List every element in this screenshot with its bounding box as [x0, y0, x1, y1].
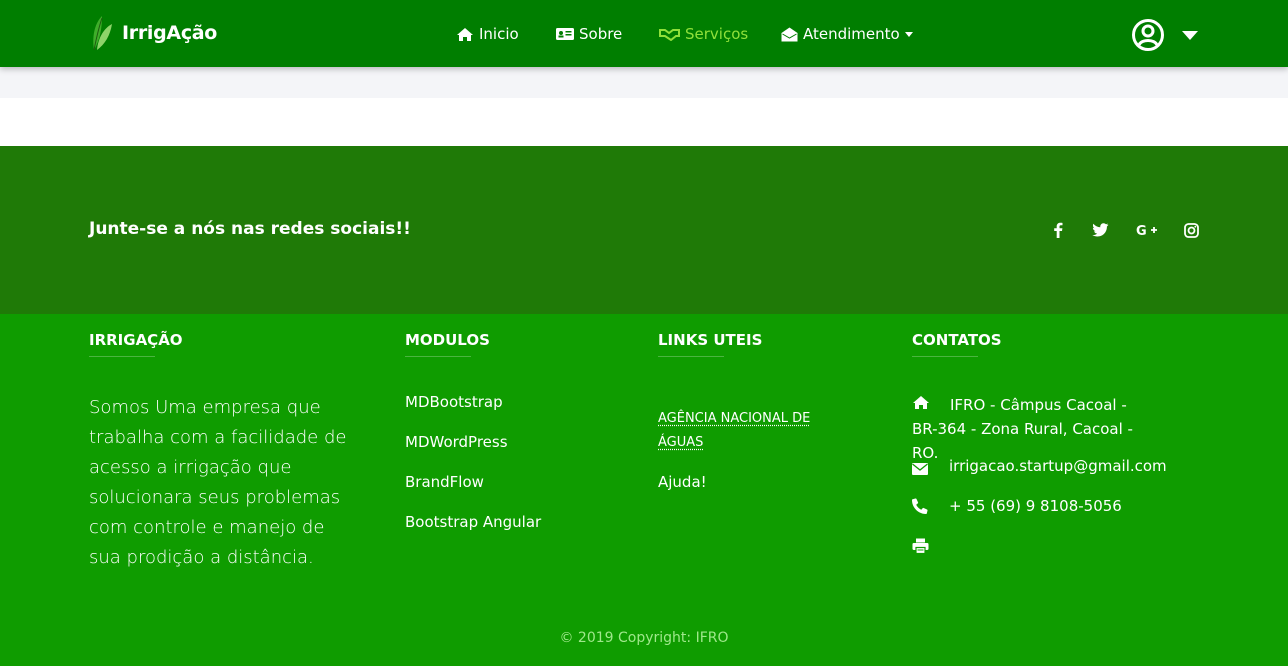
footer-about-text: Somos Uma empresa que trabalha com a fac… — [89, 397, 347, 568]
footer-link-mdbootstrap[interactable]: MDBootstrap — [405, 393, 503, 411]
footer-divider — [405, 356, 471, 357]
copyright: © 2019 Copyright: IFRO — [559, 630, 729, 646]
footer-title-irrigacao: IRRIGAÇÃO — [89, 331, 183, 349]
footer-link-ajuda[interactable]: Ajuda! — [658, 473, 707, 491]
envelope-open-icon — [781, 27, 798, 41]
user-circle-icon — [1132, 19, 1164, 51]
social-title: Junte-se a nós nas redes sociais!! — [89, 219, 411, 239]
nav-item-servicos[interactable]: Serviços — [659, 24, 748, 44]
content-strip — [0, 67, 1288, 98]
user-menu-toggle[interactable] — [1131, 18, 1198, 52]
google-plus-icon[interactable]: G — [1135, 220, 1159, 240]
handshake-icon — [659, 29, 680, 41]
footer-title-contatos: CONTATOS — [912, 331, 1002, 349]
nav-label-atendimento: Atendimento — [803, 25, 900, 43]
dropdown-caret-icon — [904, 31, 913, 37]
footer-divider — [89, 356, 155, 357]
footer-link-mdwordpress[interactable]: MDWordPress — [405, 433, 508, 451]
contact-phone: + 55 (69) 9 8108-5056 — [949, 497, 1122, 515]
brand[interactable]: IrrigAção — [90, 14, 217, 52]
navbar: IrrigAção Inicio Sobre Serviços Atendime… — [0, 0, 1288, 67]
footer-title-modulos: MODULOS — [405, 331, 490, 349]
contact-address: IFRO - Câmpus Cacoal - BR-364 - Zona Rur… — [912, 396, 1133, 462]
user-caret-icon — [1182, 30, 1198, 40]
brand-name: IrrigAção — [122, 22, 218, 44]
nav-label-sobre: Sobre — [579, 25, 623, 43]
footer-divider — [658, 356, 724, 357]
svg-text:G: G — [1136, 224, 1147, 237]
nav-label-servicos: Serviços — [685, 25, 749, 43]
contact-email: irrigacao.startup@gmail.com — [949, 457, 1167, 475]
id-card-icon — [556, 28, 574, 40]
footer-link-bootstrap-angular[interactable]: Bootstrap Angular — [405, 513, 541, 531]
nav-label-inicio: Inicio — [479, 25, 519, 43]
footer-title-links-uteis: LINKS UTEIS — [658, 331, 763, 349]
leaf-logo-icon — [93, 16, 112, 51]
nav-item-atendimento[interactable]: Atendimento — [781, 24, 913, 44]
footer-divider — [912, 356, 978, 357]
envelope-icon — [912, 460, 928, 479]
facebook-icon[interactable] — [1048, 220, 1068, 240]
footer-link-ana[interactable]: AGÊNCIA NACIONAL DE ÁGUAS — [658, 407, 833, 455]
instagram-icon[interactable] — [1181, 220, 1201, 240]
home-icon — [457, 27, 473, 41]
twitter-icon[interactable] — [1090, 220, 1110, 240]
nav-item-sobre[interactable]: Sobre — [556, 24, 622, 44]
footer-link-brandflow[interactable]: BrandFlow — [405, 473, 484, 491]
print-icon[interactable] — [912, 538, 929, 558]
nav-item-inicio[interactable]: Inicio — [456, 24, 519, 44]
phone-icon — [912, 498, 928, 518]
